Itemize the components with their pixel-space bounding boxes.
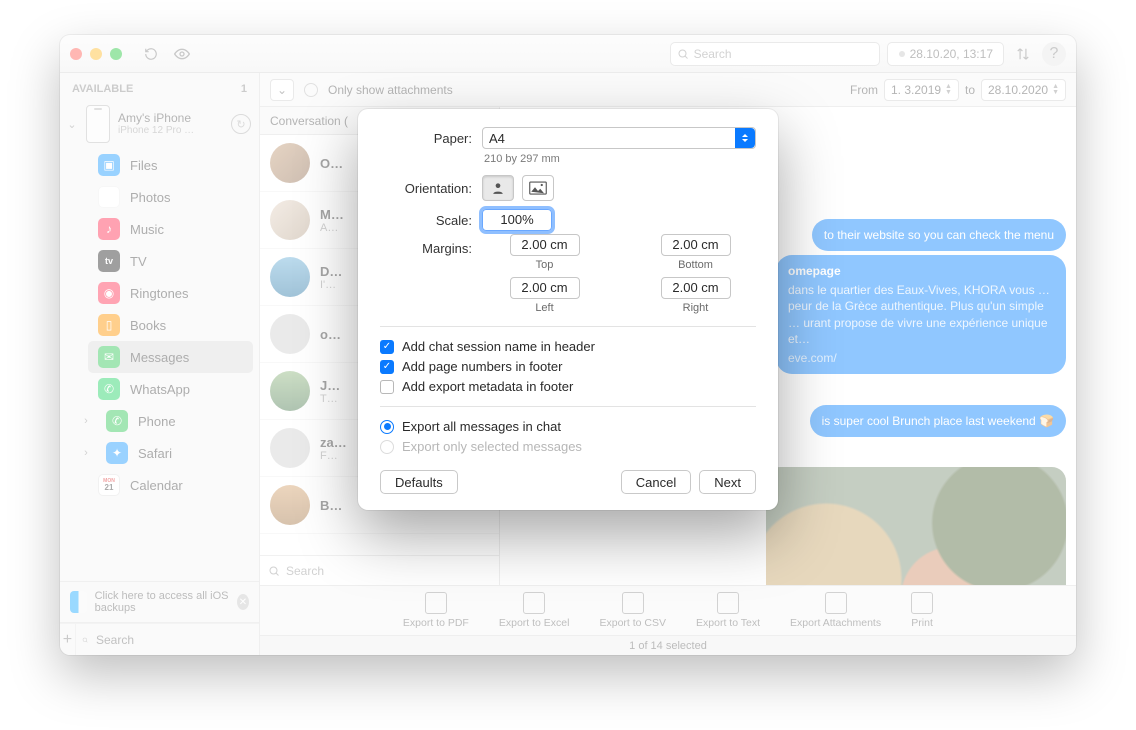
- margin-right-input[interactable]: 2.00 cm: [661, 277, 731, 299]
- margin-top-label: Top: [536, 259, 554, 271]
- checkbox-icon: [380, 380, 394, 394]
- margin-top-input[interactable]: 2.00 cm: [510, 234, 580, 256]
- header-name-checkbox-row[interactable]: ✓ Add chat session name in header: [380, 339, 756, 354]
- margin-bottom-label: Bottom: [678, 259, 713, 271]
- checkbox-icon: ✓: [380, 360, 394, 374]
- export-all-radio-row[interactable]: Export all messages in chat: [380, 419, 756, 434]
- radio-label: Export only selected messages: [402, 439, 582, 454]
- orientation-label: Orientation:: [380, 181, 472, 196]
- margin-right-label: Right: [683, 302, 709, 314]
- checkbox-icon: ✓: [380, 340, 394, 354]
- page-numbers-checkbox-row[interactable]: ✓ Add page numbers in footer: [380, 359, 756, 374]
- paper-label: Paper:: [380, 131, 472, 146]
- checkbox-label: Add page numbers in footer: [402, 359, 562, 374]
- radio-icon: [380, 440, 394, 454]
- export-selected-radio-row: Export only selected messages: [380, 439, 756, 454]
- scale-input[interactable]: 100%: [482, 209, 552, 231]
- checkbox-label: Add chat session name in header: [402, 339, 595, 354]
- margins-label: Margins:: [380, 241, 472, 256]
- defaults-button[interactable]: Defaults: [380, 470, 458, 494]
- portrait-icon: [491, 180, 505, 196]
- metadata-checkbox-row[interactable]: Add export metadata in footer: [380, 379, 756, 394]
- margin-left-input[interactable]: 2.00 cm: [510, 277, 580, 299]
- margin-bottom-input[interactable]: 2.00 cm: [661, 234, 731, 256]
- checkbox-label: Add export metadata in footer: [402, 379, 573, 394]
- export-settings-modal: Paper: A4 210 by 297 mm Orientation: Sca…: [358, 109, 778, 510]
- paper-select[interactable]: A4: [482, 127, 756, 149]
- radio-icon: [380, 420, 394, 434]
- next-button[interactable]: Next: [699, 470, 756, 494]
- radio-label: Export all messages in chat: [402, 419, 561, 434]
- cancel-button[interactable]: Cancel: [621, 470, 691, 494]
- paper-value: A4: [489, 131, 505, 146]
- landscape-icon: [529, 181, 547, 195]
- paper-dimensions-hint: 210 by 297 mm: [484, 153, 756, 165]
- orientation-landscape-button[interactable]: [522, 175, 554, 201]
- select-arrow-icon: [735, 128, 755, 148]
- orientation-portrait-button[interactable]: [482, 175, 514, 201]
- margin-left-label: Left: [535, 302, 553, 314]
- scale-label: Scale:: [380, 213, 472, 228]
